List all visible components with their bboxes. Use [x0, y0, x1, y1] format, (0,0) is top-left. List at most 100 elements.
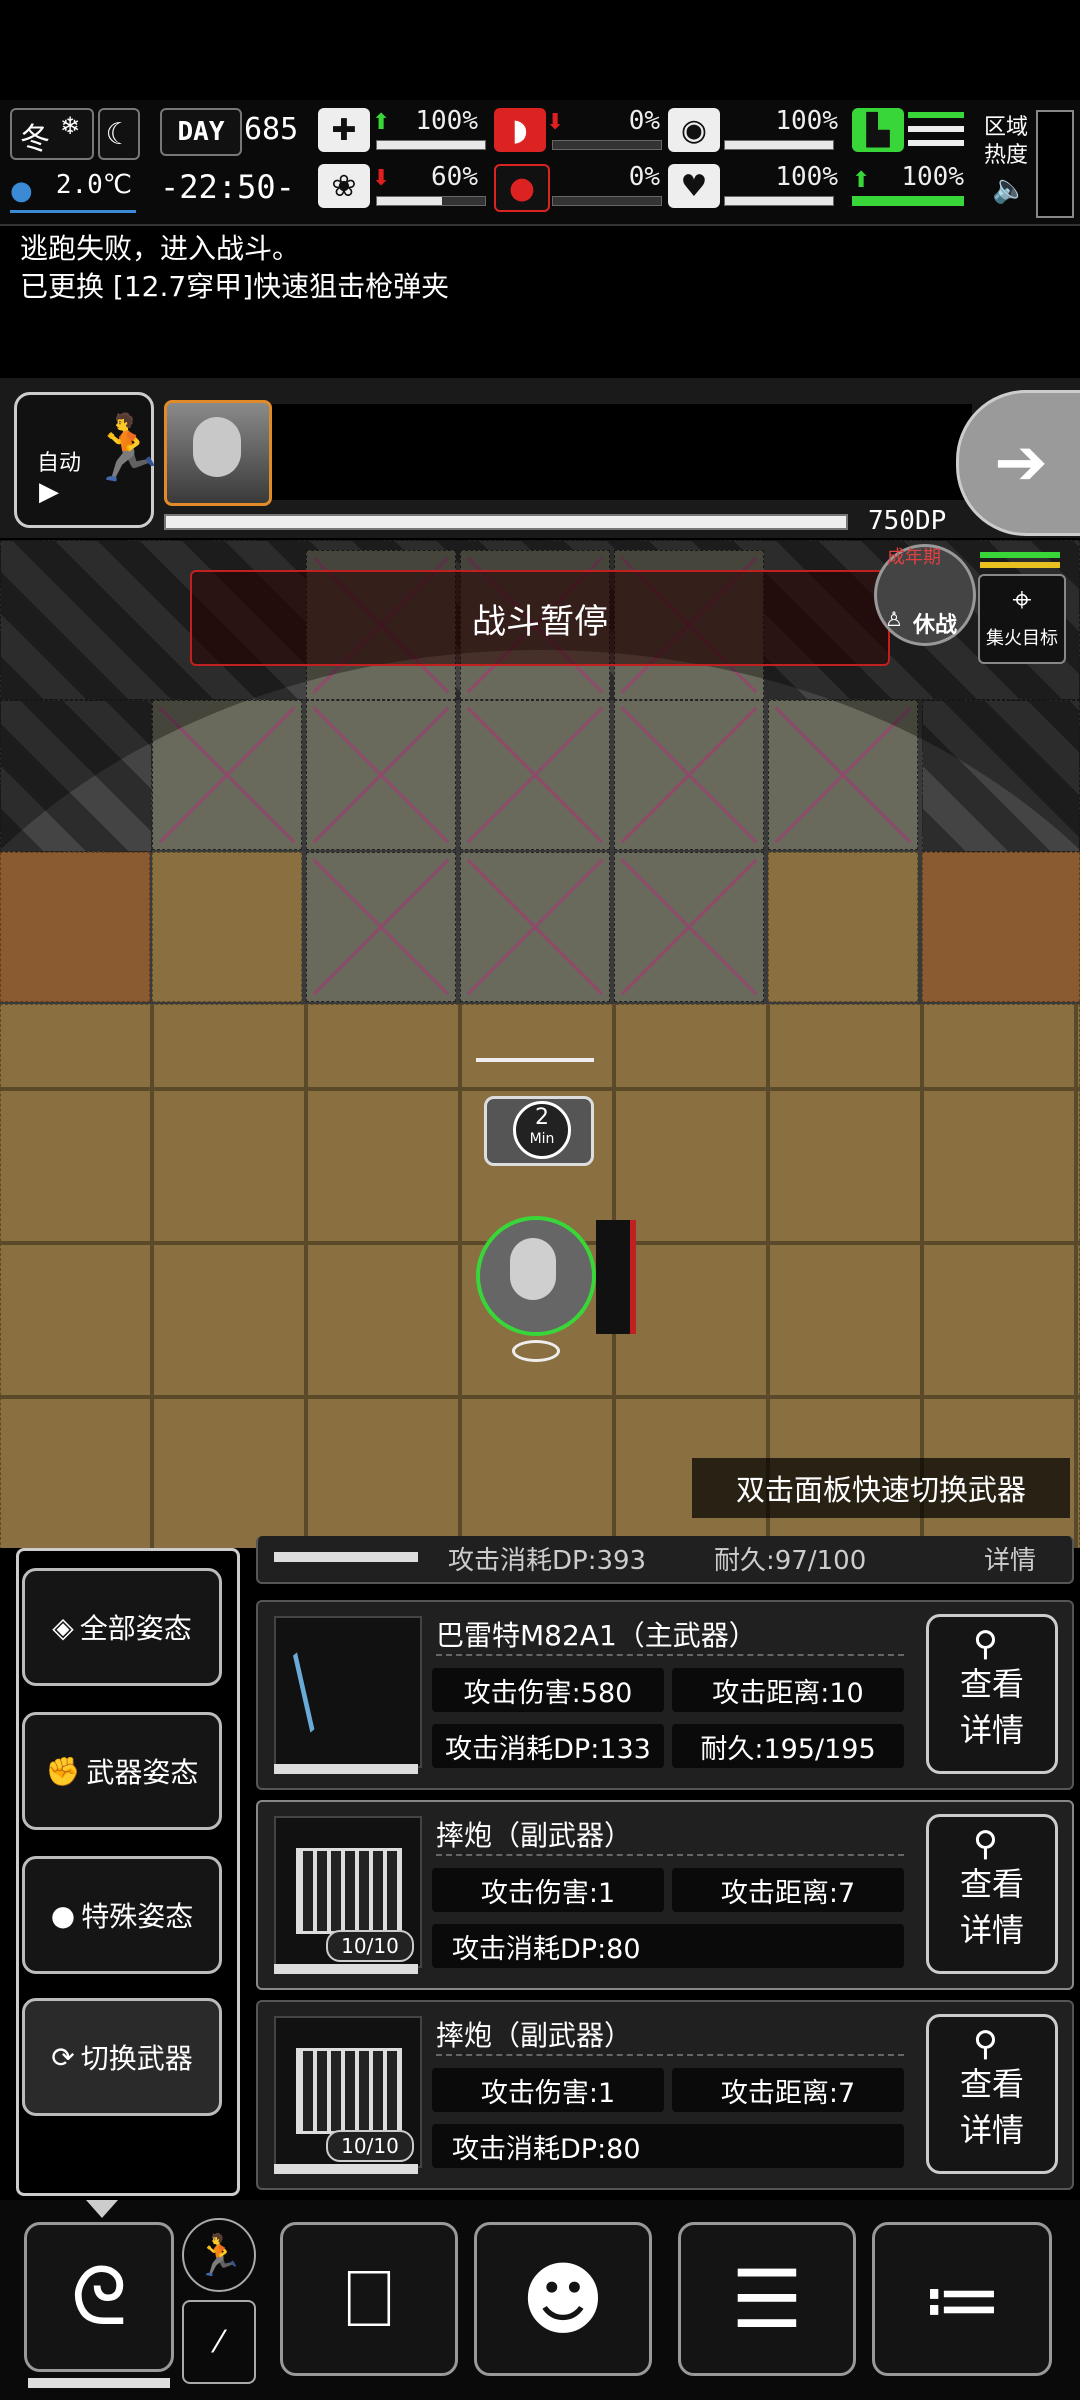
- truce-icon: ♙: [885, 607, 903, 631]
- weapon-stance-button[interactable]: ✊ 武器姿态: [22, 1712, 222, 1830]
- leg-pct: 100%: [901, 162, 964, 192]
- weapon-damage: 攻击伤害:1: [432, 2068, 664, 2112]
- leg-status-bar-1: [908, 112, 964, 118]
- heart-bar: [724, 196, 834, 206]
- ammo-count: 10/10: [326, 2130, 414, 2162]
- auto-label: 自动: [37, 451, 82, 476]
- temperature-gauge: ● 2.0℃: [10, 166, 136, 213]
- heart-icon: ♥: [668, 164, 720, 208]
- view-details-button[interactable]: ⚲ 查看 详情: [926, 1814, 1058, 1974]
- combat-skill-button[interactable]: ᘓ: [24, 2222, 174, 2372]
- weapon-panel: ◈ 全部姿态 ✊ 武器姿态 ● 特殊姿态 ⟳ 切换武器 攻击消耗DP:393 耐久:97…: [0, 1536, 1080, 2200]
- ammo-count: 10/10: [326, 1930, 414, 1962]
- weapon-switch-hint: 双击面板快速切换武器: [692, 1458, 1070, 1518]
- health-pct: 100%: [415, 106, 478, 136]
- run-icon[interactable]: 🏃: [182, 2218, 256, 2292]
- speaker-icon[interactable]: 🔈: [992, 172, 1027, 205]
- stance-label: 特殊姿态: [81, 1900, 194, 1933]
- weapon-durability: 耐久:195/195: [672, 1724, 904, 1768]
- bleeding-pct: 0%: [628, 162, 660, 192]
- weapon-range: 攻击距离:10: [672, 1668, 904, 1712]
- battle-map[interactable]: 战斗暂停 成年期 休战 ♙ ⌖ 集火目标 2 Min 双击面板快速切换武器: [0, 540, 1080, 1550]
- log-line: 逃跑失败，进入战斗。: [20, 232, 301, 265]
- magnifier-icon: ⚲: [973, 1624, 998, 1664]
- enemy-stamina-bar: [980, 562, 1060, 568]
- view-details-button[interactable]: ⚲ 查看 详情: [926, 1614, 1058, 1774]
- weapon-card-partial[interactable]: 攻击消耗DP:393 耐久:97/100 详情: [256, 1536, 1074, 1584]
- enemy-piece[interactable]: 2 Min: [484, 1096, 594, 1166]
- bleeding-bar: [552, 196, 662, 206]
- turn-queue: [272, 404, 972, 500]
- detail-label-1: 查看: [959, 2065, 1024, 2103]
- layers-icon: ◈: [52, 1610, 74, 1644]
- character-button[interactable]: ☻: [474, 2222, 652, 2376]
- notebook-icon: ☰: [731, 2252, 803, 2346]
- scorpion-icon: ᘓ: [70, 2250, 128, 2343]
- posture-icon[interactable]: ⁄: [182, 2300, 256, 2384]
- season-badge: 冬 ❄: [10, 108, 94, 160]
- backpack-button[interactable]: ⎕: [280, 2222, 458, 2376]
- soldier-icon: 🏃: [87, 412, 167, 486]
- enemy-stage-label: 成年期: [887, 547, 941, 568]
- leg-status-bar-2: [908, 126, 964, 132]
- dp-value: 750DP: [868, 506, 947, 536]
- weapon-card[interactable]: ╱ 巴雷特M82A1（主武器） 攻击伤害:580 攻击距离:10 攻击消耗DP:…: [256, 1600, 1074, 1790]
- player-piece[interactable]: [476, 1216, 596, 1336]
- mental-bar: [376, 196, 486, 206]
- region-heat-label: 区域 热度: [984, 115, 1029, 168]
- dp-bar: [164, 514, 848, 530]
- timer-badge: 2 Min: [513, 1101, 571, 1159]
- list-menu-icon: ≔: [922, 2252, 1002, 2346]
- player-portrait[interactable]: [164, 400, 272, 506]
- backpack-icon: ⎕: [345, 2252, 393, 2345]
- day-number: 685: [244, 112, 299, 147]
- weapon-dp-cost: 攻击消耗DP:80: [432, 2124, 904, 2168]
- leg-bar: [852, 196, 964, 206]
- thirst-pct: 100%: [775, 106, 838, 136]
- crate-icon: [296, 2048, 402, 2134]
- crate-icon: [296, 1848, 402, 1934]
- auto-battle-button[interactable]: 自动 ▶ 🏃: [14, 392, 167, 528]
- weapon-card[interactable]: 10/10 摔炮（副武器） 攻击伤害:1 攻击距离:7 攻击消耗DP:80 ⚲ …: [256, 2000, 1074, 2190]
- thermometer-icon: ●: [10, 176, 33, 206]
- weapon-dp-cost: 攻击消耗DP:133: [432, 1724, 664, 1768]
- mental-pct: 60%: [431, 162, 478, 192]
- journal-button[interactable]: ☰: [678, 2222, 856, 2376]
- clock-time: -22:50-: [160, 168, 295, 206]
- detail-label-1: 查看: [959, 1865, 1024, 1903]
- weapon-range: 攻击距离:7: [672, 2068, 904, 2112]
- heat-meter: [1036, 110, 1074, 218]
- day-label: DAY: [160, 108, 242, 156]
- thirst-bar: [724, 140, 834, 150]
- season-label: 冬: [20, 122, 50, 157]
- health-bar: [376, 140, 486, 150]
- switch-weapon-button[interactable]: ⟳ 切换武器: [22, 1998, 222, 2116]
- hunger-bar: [552, 140, 662, 150]
- end-turn-arrow-button[interactable]: ➔: [956, 390, 1080, 536]
- active-indicator-icon: [86, 2200, 118, 2218]
- hunger-pct: 0%: [628, 106, 660, 136]
- focus-fire-button[interactable]: ⌖ 集火目标: [978, 574, 1066, 664]
- magnifier-icon: ⚲: [973, 2024, 998, 2064]
- fist-icon: ✊: [45, 1754, 81, 1788]
- player-equip-strip: [596, 1220, 636, 1334]
- durability-bar: [274, 1764, 418, 1774]
- weapon-name: 摔炮（副武器）: [436, 2019, 633, 2052]
- grenade-icon: ●: [50, 1898, 76, 1932]
- message-log: 逃跑失败，进入战斗。 已更换 [12.7穿甲]快速狙击枪弹夹: [20, 230, 1060, 306]
- stance-label: 武器姿态: [86, 1756, 199, 1789]
- menu-button[interactable]: ≔: [872, 2222, 1052, 2376]
- durability-bar: [274, 1964, 418, 1974]
- view-details-button[interactable]: ⚲ 查看 详情: [926, 2014, 1058, 2174]
- player-face: [510, 1238, 556, 1300]
- all-stances-button[interactable]: ◈ 全部姿态: [22, 1568, 222, 1686]
- enemy-status-label: 休战: [913, 613, 958, 638]
- status-bar: 冬 ❄ ☾ ● 2.0℃ DAY 685 -22:50- ✚ ⬆ 100% ◗ …: [0, 100, 1080, 226]
- rifle-icon: ╱: [267, 1654, 341, 1732]
- enemy-portrait[interactable]: 成年期 休战 ♙: [874, 544, 976, 646]
- weapon-damage: 攻击伤害:1: [432, 1868, 664, 1912]
- stomach-icon: ◗: [494, 108, 546, 152]
- weapon-card[interactable]: 10/10 摔炮（副武器） 攻击伤害:1 攻击距离:7 攻击消耗DP:80 ⚲ …: [256, 1800, 1074, 1990]
- special-stance-button[interactable]: ● 特殊姿态: [22, 1856, 222, 1974]
- divider: [436, 1854, 904, 1856]
